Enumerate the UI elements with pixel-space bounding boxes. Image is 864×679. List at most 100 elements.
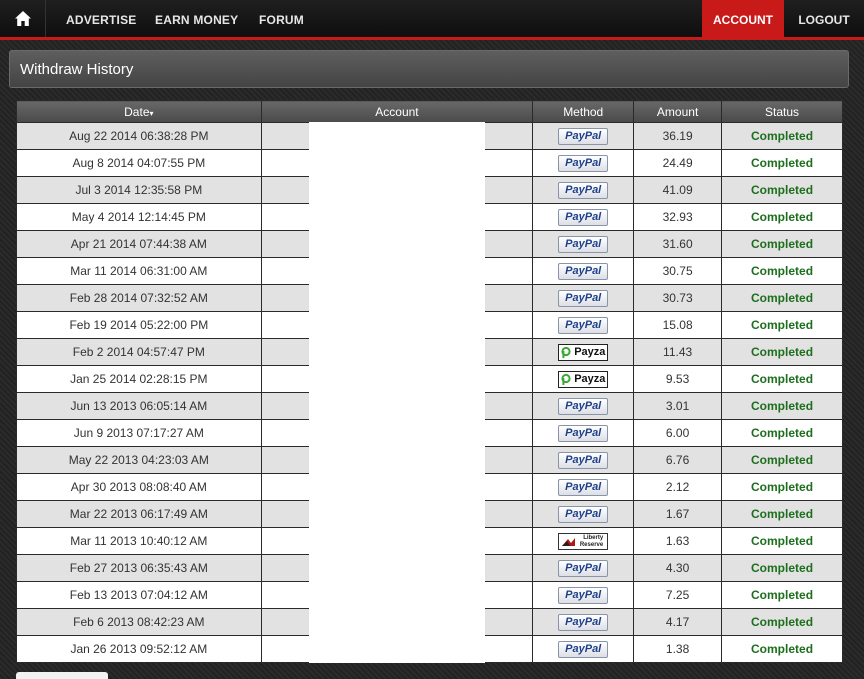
cell-method: PayPal [532,500,635,528]
top-navbar: ADVERTISE EARN MONEY FORUM ACCOUNT LOGOU… [0,0,864,40]
cell-account [260,338,534,366]
account-redaction [308,230,485,258]
payza-logo: Payza [558,343,609,361]
cell-account [260,500,534,528]
cell-status: Completed [721,635,843,663]
paypal-logo: PayPal [558,451,609,469]
table-row: Feb 2 2014 04:57:47 PM Payza 11.43 Complete… [16,338,843,366]
column-header-date[interactable]: Date▾ [16,100,262,123]
cell-date: Feb 6 2013 08:42:23 AM [16,608,262,636]
account-redaction [308,338,485,366]
nav-logout[interactable]: LOGOUT [784,0,864,37]
home-icon [14,11,31,26]
cell-account [260,284,534,312]
account-redaction [308,635,485,663]
account-redaction [308,581,485,609]
cell-status: Completed [721,473,843,501]
account-redaction [308,608,485,636]
status-badge: Completed [751,588,814,602]
status-badge: Completed [751,156,814,170]
table-row: Jun 9 2013 07:17:27 AM PayPal 6.00 Complete… [16,419,843,447]
cell-status: Completed [721,122,843,150]
paypal-logo: PayPal [558,289,609,307]
table-row: Feb 6 2013 08:42:23 AM PayPal 4.17 Complete… [16,608,843,636]
column-header-status[interactable]: Status [721,100,843,123]
paypal-logo: PayPal [558,262,609,280]
withdraw-history-header: Withdraw History [9,50,849,88]
account-redaction [308,554,485,582]
account-redaction [308,419,485,447]
home-button[interactable] [0,0,45,37]
bottom-button[interactable] [16,672,108,679]
table-row: Jun 13 2013 06:05:14 AM PayPal 3.01 Complet… [16,392,843,420]
cell-status: Completed [721,446,843,474]
cell-amount: 6.00 [633,419,723,447]
payza-label: Payza [574,372,606,385]
status-badge: Completed [751,183,814,197]
cell-amount: 1.67 [633,500,723,528]
cell-method: PayPal [532,122,635,150]
cell-method: PayPal [532,608,635,636]
payza-p-icon [561,373,571,385]
cell-date: Jan 25 2014 02:28:15 PM [16,365,262,393]
payza-logo: Payza [558,370,609,388]
table-row: Mar 11 2013 10:40:12 AM Liberty Reserve 1.… [16,527,843,555]
status-badge: Completed [751,210,814,224]
column-header-amount[interactable]: Amount [633,100,723,123]
table-row: Feb 19 2014 05:22:00 PM PayPal 15.08 Comple… [16,311,843,339]
cell-amount: 9.53 [633,365,723,393]
cell-method: PayPal [532,581,635,609]
cell-account [260,122,534,150]
status-badge: Completed [751,264,814,278]
liberty-reserve-logo: Liberty Reserve [558,532,609,550]
status-badge: Completed [751,345,814,359]
cell-status: Completed [721,338,843,366]
status-badge: Completed [751,480,814,494]
cell-account [260,176,534,204]
sort-desc-icon: ▾ [149,108,154,118]
account-redaction [308,257,485,285]
table-row: Apr 21 2014 07:44:38 AM PayPal 31.60 Comple… [16,230,843,258]
table-row: Apr 30 2013 08:08:40 AM PayPal 2.12 Complet… [16,473,843,501]
status-badge: Completed [751,453,814,467]
nav-forum[interactable]: FORUM [259,0,304,37]
nav-divider [45,0,46,37]
nav-earn-money[interactable]: EARN MONEY [155,0,238,37]
account-redaction [308,149,485,177]
cell-account [260,230,534,258]
cell-method: PayPal [532,176,635,204]
cell-account [260,608,534,636]
cell-method: PayPal [532,473,635,501]
column-header-method[interactable]: Method [532,100,635,123]
cell-date: Jul 3 2014 12:35:58 PM [16,176,262,204]
cell-date: May 4 2014 12:14:45 PM [16,203,262,231]
cell-method: Payza [532,365,635,393]
cell-amount: 24.49 [633,149,723,177]
cell-method: PayPal [532,203,635,231]
account-redaction [308,176,485,204]
cell-account [260,446,534,474]
cell-amount: 1.63 [633,527,723,555]
status-badge: Completed [751,534,814,548]
paypal-logo: PayPal [558,559,609,577]
cell-amount: 4.17 [633,608,723,636]
cell-account [260,419,534,447]
cell-status: Completed [721,149,843,177]
cell-method: PayPal [532,230,635,258]
column-header-account[interactable]: Account [260,100,534,123]
nav-advertise[interactable]: ADVERTISE [66,0,136,37]
paypal-logo: PayPal [558,316,609,334]
cell-status: Completed [721,500,843,528]
cell-method: PayPal [532,419,635,447]
paypal-logo: PayPal [558,397,609,415]
status-badge: Completed [751,507,814,521]
cell-method: PayPal [532,554,635,582]
paypal-logo: PayPal [558,478,609,496]
account-redaction [308,473,485,501]
table-header-row: Date▾ Account Method Amount Status [16,100,843,123]
nav-account[interactable]: ACCOUNT [702,0,784,37]
cell-amount: 31.60 [633,230,723,258]
cell-status: Completed [721,365,843,393]
cell-status: Completed [721,527,843,555]
cell-date: Aug 8 2014 04:07:55 PM [16,149,262,177]
